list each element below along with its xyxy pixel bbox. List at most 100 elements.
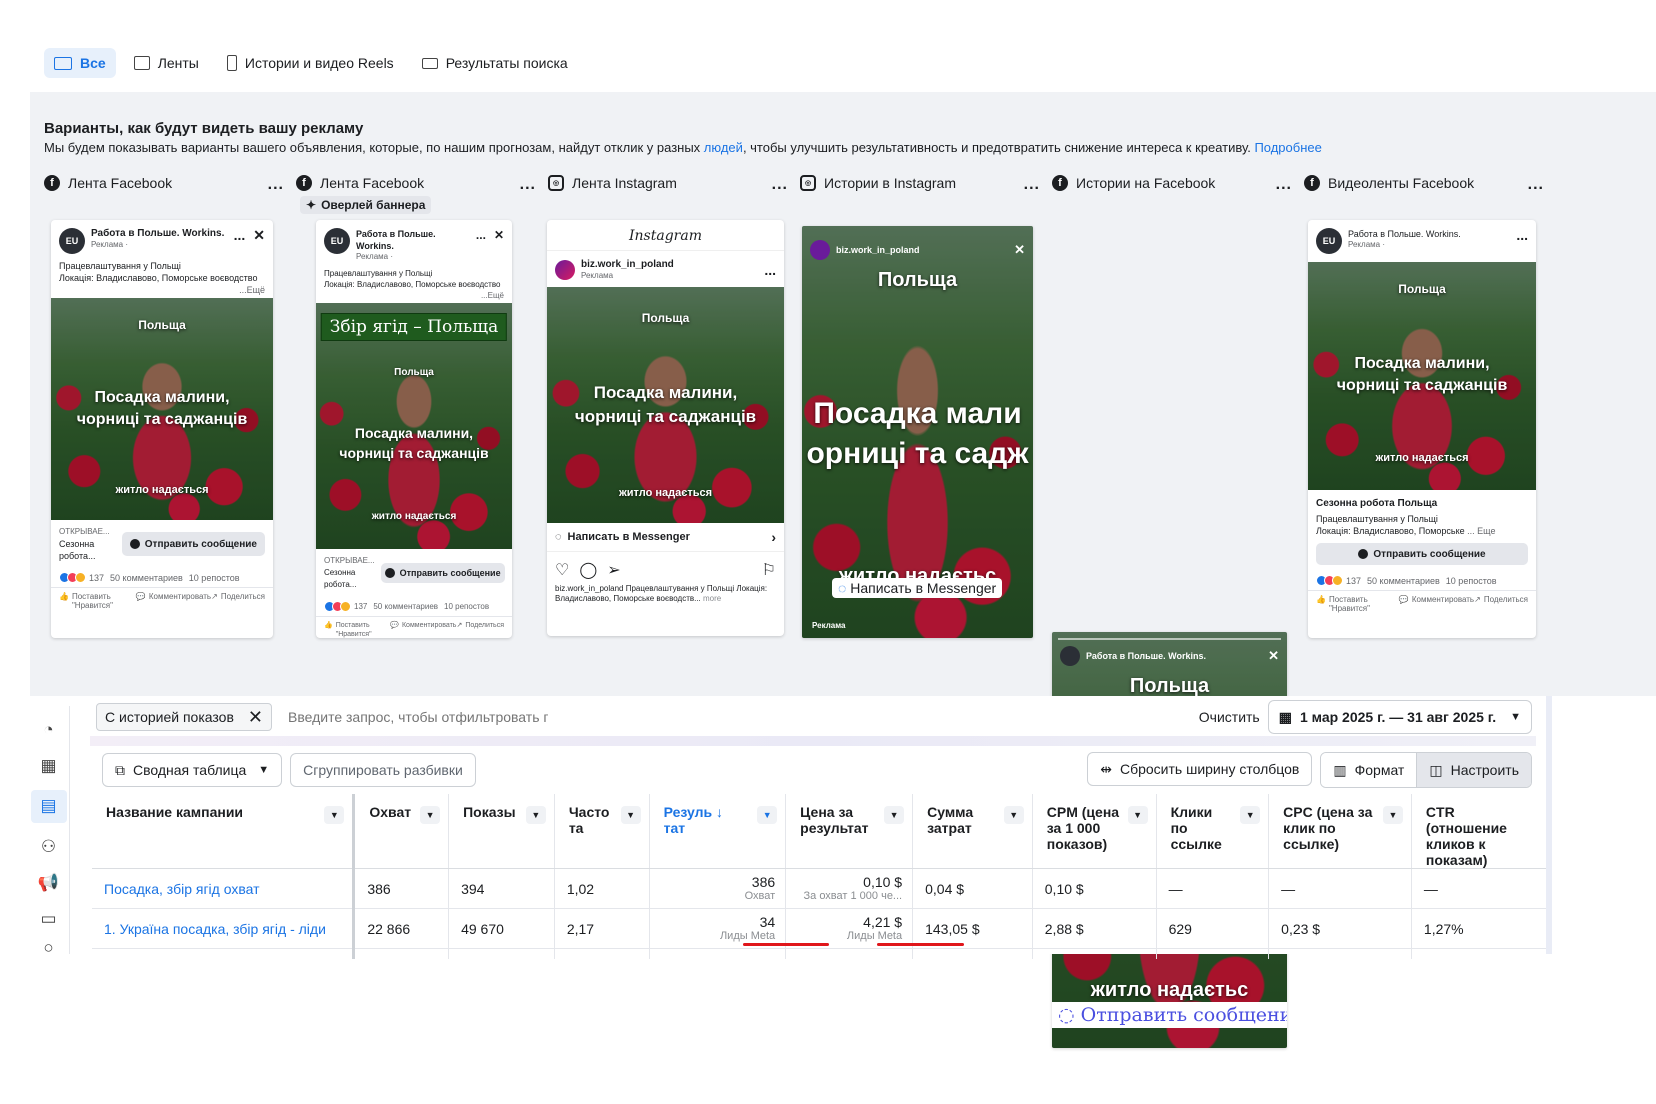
send-message-button[interactable]: Отправить сообщение xyxy=(121,532,265,556)
like-action[interactable]: 👍 Поставить "Нравится" xyxy=(1316,595,1399,613)
more-menu-icon[interactable]: ... xyxy=(1024,176,1040,194)
clear-filters-button[interactable]: Очистить xyxy=(1199,709,1260,725)
filter-chip[interactable]: С историей показов ✕ xyxy=(96,703,272,731)
result-value: 34 xyxy=(759,913,776,930)
reactions-count: 137 xyxy=(1346,575,1362,586)
column-menu-icon[interactable]: ▼ xyxy=(620,806,641,824)
close-icon[interactable]: ✕ xyxy=(1268,648,1279,664)
send-message-button[interactable]: Отправить сообщение xyxy=(380,563,505,583)
send-message-button[interactable]: Отправить сообщение xyxy=(1316,543,1528,565)
column-header: ◎ Истории в Instagram ... xyxy=(800,172,1052,194)
people-link[interactable]: людей xyxy=(704,140,743,155)
tab-all[interactable]: Все xyxy=(44,48,116,78)
column-menu-icon[interactable]: ▼ xyxy=(1240,806,1261,824)
more-menu-icon[interactable]: ... xyxy=(268,176,284,194)
see-more-link[interactable]: ... Еще xyxy=(1467,526,1495,536)
filter-search-input[interactable] xyxy=(287,709,548,725)
preview-card-fb-feed-banner: EU Работа в Польше. Workins. Реклама · .… xyxy=(316,220,512,638)
messenger-cta-button[interactable]: ◌ Написать в Messenger xyxy=(832,578,1003,598)
comment-action[interactable]: 💬 Комментировать xyxy=(1399,595,1474,613)
campaign-name-link[interactable]: 1. Україна посадка, збір ягід - ліди xyxy=(92,908,356,949)
header-label: Цена за результат xyxy=(800,804,869,836)
col-amount-spent[interactable]: Сумма затрат ▼ xyxy=(912,794,1033,869)
caption-more[interactable]: more xyxy=(703,594,721,603)
send-icon[interactable]: ➢ xyxy=(607,560,620,580)
more-menu-icon[interactable]: ... xyxy=(520,176,536,194)
customize-button[interactable]: ◫ Настроить xyxy=(1416,753,1531,787)
comment-action[interactable]: 💬 Комментировать xyxy=(136,592,211,610)
see-more-link[interactable]: ...Ещё xyxy=(324,290,504,301)
col-cpm[interactable]: CPM (цена за 1 000 показов) ▼ xyxy=(1031,794,1157,869)
send-message-button[interactable]: ◌ Отправить сообщение xyxy=(1052,1002,1287,1028)
share-action[interactable]: ↗ Поделиться xyxy=(211,592,265,610)
billing-card-icon[interactable]: ▭ xyxy=(36,907,62,931)
col-results[interactable]: Резуль ↓ тат ▼ xyxy=(648,794,786,869)
col-link-clicks[interactable]: Клики по ссылке ▼ xyxy=(1155,794,1269,869)
comments-count: 50 комментариев xyxy=(1367,575,1440,586)
col-cost-per-result[interactable]: Цена за результат ▼ xyxy=(785,794,913,869)
header-label: Часто та xyxy=(568,804,610,836)
column-menu-icon[interactable]: ▼ xyxy=(757,806,778,824)
close-icon[interactable]: ✕ xyxy=(1014,242,1025,258)
more-icon[interactable]: ... xyxy=(234,228,246,242)
share-action[interactable]: ↗ Поделиться xyxy=(456,621,504,638)
col-ctr[interactable]: CTR (отношение кликов к показам) xyxy=(1410,794,1546,869)
more-menu-icon[interactable]: ... xyxy=(1276,176,1292,194)
header-label: CPC (цена за клик по ссылке) xyxy=(1283,804,1373,852)
resize-icon: ⇹ xyxy=(1100,760,1112,777)
like-action[interactable]: 👍 Поставить "Нравится" xyxy=(324,621,390,638)
table-icon[interactable]: ▦ xyxy=(36,754,62,778)
comment-action[interactable]: 💬 Комментировать xyxy=(390,621,456,638)
share-action[interactable]: ↗ Поделиться xyxy=(1474,595,1528,613)
col-frequency[interactable]: Часто та ▼ xyxy=(553,794,650,869)
column-menu-icon[interactable]: ▼ xyxy=(324,806,345,824)
col-reach[interactable]: Охват ▼ xyxy=(353,794,449,869)
gauge-icon[interactable]: ◔ xyxy=(36,718,62,742)
megaphone-icon[interactable]: 📢 xyxy=(36,871,62,895)
column-menu-icon[interactable]: ▼ xyxy=(1003,806,1024,824)
date-range-picker[interactable]: ▦ 1 мар 2025 г. — 31 авг 2025 г. ▼ xyxy=(1267,700,1532,734)
campaign-name-link[interactable]: Посадка, збір ягід охват xyxy=(92,868,356,909)
more-icon[interactable]: ... xyxy=(476,228,486,242)
column-menu-icon[interactable]: ▼ xyxy=(525,806,546,824)
col-campaign-name[interactable]: Название кампании ▼ xyxy=(92,794,356,869)
see-more-link[interactable]: ...Ещё xyxy=(59,284,265,296)
remove-filter-icon[interactable]: ✕ xyxy=(248,708,263,726)
column-menu-icon[interactable]: ▼ xyxy=(1127,806,1148,824)
reactions-icon xyxy=(1316,575,1343,586)
tab-stories-reels[interactable]: Истории и видео Reels xyxy=(217,48,404,78)
table-row[interactable]: Посадка, збір ягід охват 386 394 1,02 38… xyxy=(92,868,1546,909)
tab-feeds[interactable]: Ленты xyxy=(124,48,209,78)
like-action[interactable]: 👍 Поставить "Нравится" xyxy=(59,592,136,610)
bookmark-icon[interactable]: ⚐ xyxy=(762,560,776,580)
campaigns-icon[interactable]: ▤ xyxy=(30,789,67,824)
audience-icon[interactable]: ⚇ xyxy=(36,835,62,859)
desc-text-2: , чтобы улучшить результативность и пред… xyxy=(742,140,1255,155)
heart-icon[interactable]: ♡ xyxy=(555,560,569,580)
close-icon[interactable]: ✕ xyxy=(253,228,265,242)
more-icon[interactable]: ... xyxy=(1516,228,1528,242)
search-icon[interactable]: ○ xyxy=(36,943,62,954)
col-impressions[interactable]: Показы ▼ xyxy=(448,794,555,869)
group-breakdowns-button[interactable]: Сгруппировать разбивки xyxy=(290,753,476,787)
column-menu-icon[interactable]: ▼ xyxy=(420,806,441,824)
learn-more-link[interactable]: Подробнее xyxy=(1254,140,1321,155)
messenger-cta-bar[interactable]: ◌ Написать в Messenger › xyxy=(547,523,784,552)
more-menu-icon[interactable]: ... xyxy=(772,176,788,194)
more-icon[interactable]: ... xyxy=(764,263,776,277)
header-label: Сумма затрат xyxy=(927,804,974,836)
col-cpc[interactable]: CPC (цена за клик по ссылке) ▼ xyxy=(1268,794,1412,869)
tab-search-results[interactable]: Результаты поиска xyxy=(412,48,578,78)
reset-column-width-button[interactable]: ⇹ Сбросить ширину столбцов xyxy=(1087,752,1313,786)
comment-icon[interactable]: ◯ xyxy=(579,560,597,580)
close-icon[interactable]: ✕ xyxy=(494,228,504,242)
view-select[interactable]: ⧉ Сводная таблица ▼ xyxy=(102,753,283,787)
toolbar-right: ⇹ Сбросить ширину столбцов ▥ Формат ◫ Настр… xyxy=(1087,752,1532,788)
format-button[interactable]: ▥ Формат xyxy=(1321,753,1417,787)
more-menu-icon[interactable]: ... xyxy=(1528,176,1544,194)
messenger-icon: ◌ xyxy=(1058,1004,1075,1026)
column-menu-icon[interactable]: ▼ xyxy=(1382,806,1403,824)
cta-label: Отправить сообщение xyxy=(1080,1004,1287,1026)
button-label: Отправить сообщение xyxy=(399,568,501,578)
column-menu-icon[interactable]: ▼ xyxy=(884,806,905,824)
